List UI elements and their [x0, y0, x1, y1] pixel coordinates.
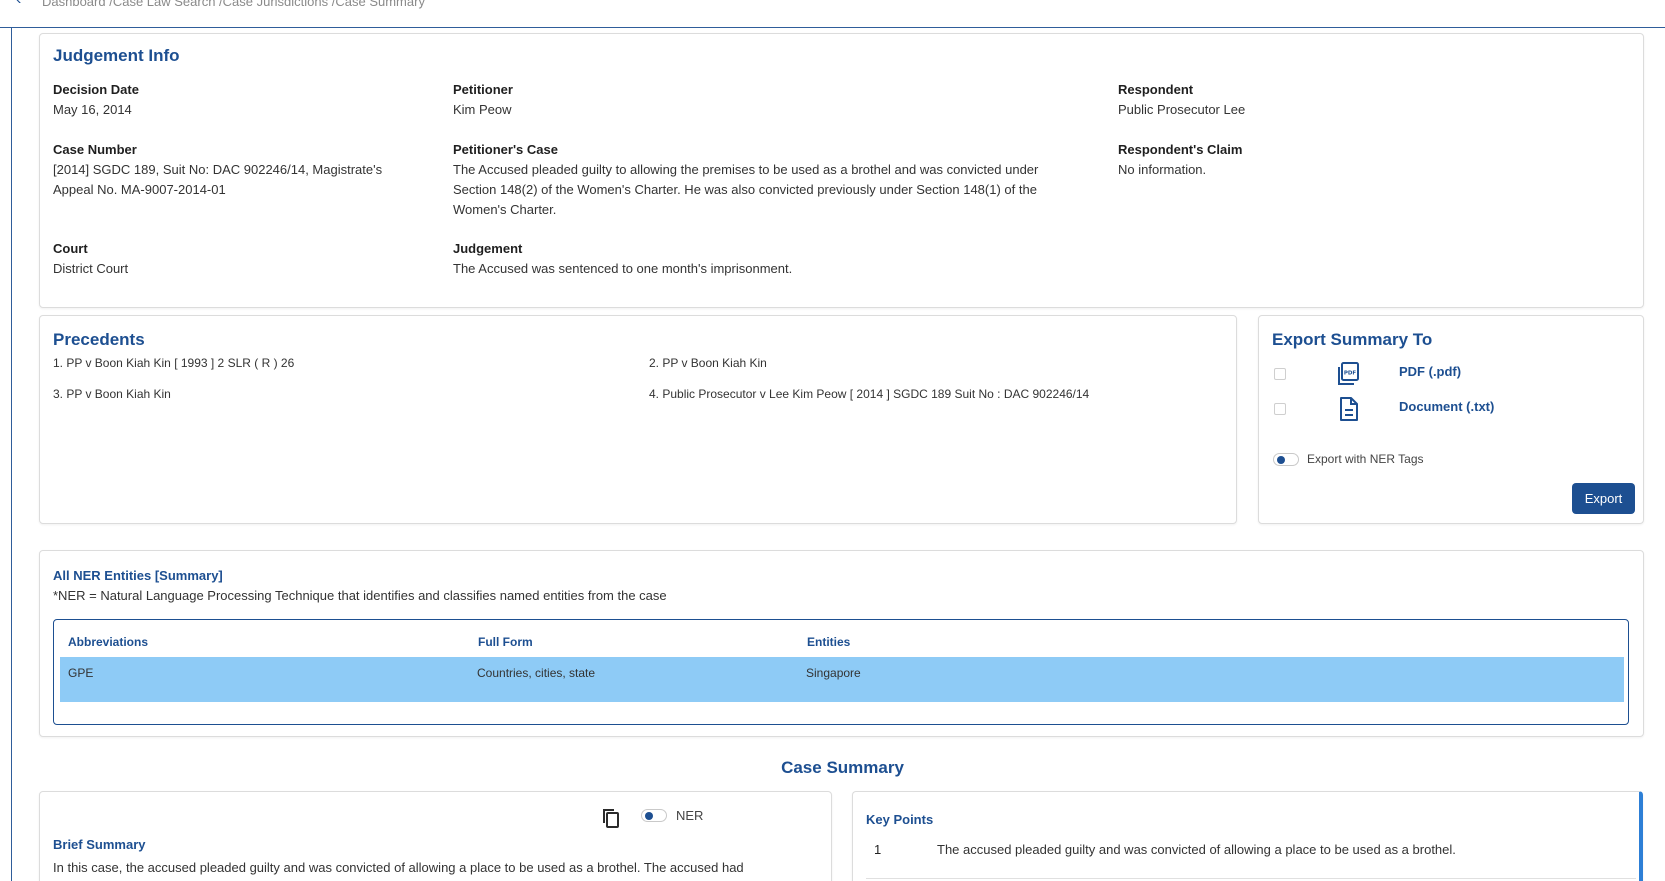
petitioners-case-label: Petitioner's Case	[453, 142, 558, 157]
export-ner-toggle-label: Export with NER Tags	[1307, 452, 1424, 466]
precedent-item-2[interactable]: 2. PP v Boon Kiah Kin	[649, 356, 767, 370]
judgement-info-title: Judgement Info	[53, 46, 180, 65]
precedent-item-4[interactable]: 4. Public Prosecutor v Lee Kim Peow [ 20…	[649, 387, 1089, 401]
ner-table: Abbreviations Full Form Entities GPE Cou…	[53, 619, 1629, 725]
toggle-knob	[1277, 456, 1285, 464]
respondents-claim-label: Respondent's Claim	[1118, 142, 1243, 157]
decision-date-field: Decision Date May 16, 2014	[53, 80, 139, 120]
cell-full-form: Countries, cities, state	[477, 666, 596, 680]
chevron-left-icon[interactable]: ‹	[16, 0, 21, 9]
decision-date-value: May 16, 2014	[53, 102, 132, 117]
judgement-field: Judgement The Accused was sentenced to o…	[453, 239, 792, 279]
case-number-field: Case Number [2014] SGDC 189, Suit No: DA…	[53, 140, 382, 200]
petitioner-label: Petitioner	[453, 82, 513, 97]
case-number-label: Case Number	[53, 142, 137, 157]
ner-toggle[interactable]	[641, 809, 667, 822]
respondent-label: Respondent	[1118, 82, 1194, 97]
document-icon	[1339, 397, 1359, 426]
respondent-field: Respondent Public Prosecutor Lee	[1118, 80, 1245, 120]
toggle-knob	[645, 812, 653, 820]
cell-entities: Singapore	[806, 666, 861, 680]
ner-toggle-label: NER	[676, 808, 704, 823]
header-full-form: Full Form	[478, 635, 533, 649]
ner-entities-card: All NER Entities [Summary] *NER = Natura…	[39, 550, 1644, 737]
header-entities: Entities	[807, 635, 851, 649]
precedents-card: Precedents 1. PP v Boon Kiah Kin [ 1993 …	[39, 315, 1237, 524]
court-field: Court District Court	[53, 239, 128, 279]
txt-option-label[interactable]: Document (.txt)	[1399, 399, 1494, 414]
precedents-title: Precedents	[53, 330, 145, 349]
key-point-number: 1	[874, 842, 882, 857]
judgement-label: Judgement	[453, 241, 523, 256]
pdf-checkbox[interactable]	[1274, 368, 1286, 380]
brief-summary-title: Brief Summary	[53, 837, 146, 852]
petitioners-case-line-1: The Accused pleaded guilty to allowing t…	[453, 162, 1039, 177]
copy-icon[interactable]	[602, 808, 620, 833]
petitioners-case-line-3: Women's Charter.	[453, 202, 557, 217]
table-row[interactable]: GPE Countries, cities, state Singapore	[60, 657, 1624, 702]
petitioner-field: Petitioner Kim Peow	[453, 80, 513, 120]
ner-note: *NER = Natural Language Processing Techn…	[53, 588, 667, 603]
ner-entities-title: All NER Entities [Summary]	[53, 568, 223, 583]
key-point-text: The accused pleaded guilty and was convi…	[937, 842, 1456, 857]
left-border	[11, 28, 12, 881]
precedent-item-1[interactable]: 1. PP v Boon Kiah Kin [ 1993 ] 2 SLR ( R…	[53, 356, 294, 370]
breadcrumb[interactable]: Dashboard /Case Law Search /Case Jurisdi…	[42, 0, 425, 9]
pdf-file-icon: PDF	[1337, 362, 1359, 391]
brief-summary-card: NER Brief Summary In this case, the accu…	[39, 791, 832, 881]
header-abbreviations: Abbreviations	[68, 635, 149, 649]
brief-summary-text: In this case, the accused pleaded guilty…	[53, 860, 744, 875]
pdf-option-label[interactable]: PDF (.pdf)	[1399, 364, 1461, 379]
cell-abbreviation: GPE	[68, 666, 94, 680]
svg-text:PDF: PDF	[1344, 371, 1357, 377]
case-number-line-1: [2014] SGDC 189, Suit No: DAC 902246/14,…	[53, 162, 383, 177]
case-number-line-2: Appeal No. MA-9007-2014-01	[53, 182, 226, 197]
key-points-card: Key Points 1 The accused pleaded guilty …	[852, 791, 1643, 881]
precedent-item-3[interactable]: 3. PP v Boon Kiah Kin	[53, 387, 171, 401]
case-summary-title: Case Summary	[781, 758, 904, 777]
petitioner-value: Kim Peow	[453, 102, 512, 117]
petitioners-case-line-2: Section 148(2) of the Women's Charter. H…	[453, 182, 1037, 197]
judgement-value: The Accused was sentenced to one month's…	[453, 261, 793, 276]
export-card: Export Summary To PDF PDF (.pdf) Documen…	[1258, 315, 1644, 524]
court-value: District Court	[53, 261, 129, 276]
judgement-info-card: Judgement Info Decision Date May 16, 201…	[39, 33, 1644, 308]
export-ner-toggle[interactable]	[1273, 453, 1299, 466]
petitioners-case-field: Petitioner's Case The Accused pleaded gu…	[453, 140, 1103, 220]
txt-checkbox[interactable]	[1274, 403, 1286, 415]
key-points-title: Key Points	[866, 812, 934, 827]
court-label: Court	[53, 241, 88, 256]
top-bar: ‹ Dashboard /Case Law Search /Case Juris…	[0, 0, 1665, 28]
export-button[interactable]: Export	[1572, 483, 1635, 514]
respondent-value: Public Prosecutor Lee	[1118, 102, 1246, 117]
respondents-claim-field: Respondent's Claim No information.	[1118, 140, 1242, 180]
key-point-divider	[866, 878, 1636, 879]
respondents-claim-value: No information.	[1118, 162, 1207, 177]
export-title: Export Summary To	[1272, 330, 1433, 349]
decision-date-label: Decision Date	[53, 82, 139, 97]
